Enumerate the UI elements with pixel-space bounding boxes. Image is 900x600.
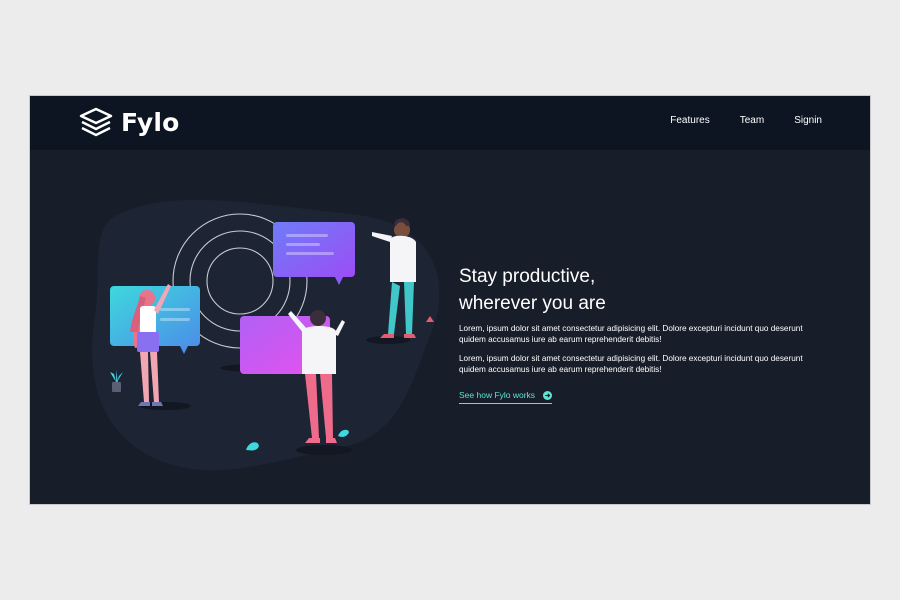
chat-bubble-purple — [273, 222, 355, 285]
nav-link-signin[interactable]: Signin — [794, 115, 822, 126]
brand-name: Fylo — [121, 107, 180, 137]
brand-logo[interactable]: Fylo — [79, 105, 180, 139]
hero-paragraph-2: Lorem, ipsum dolor sit amet consectetur … — [459, 354, 803, 374]
hero-heading-line2: wherever you are — [459, 293, 606, 314]
see-how-fylo-works-link[interactable]: See how Fylo works — [459, 390, 553, 404]
hero-heading: Stay productive, wherever you are — [459, 263, 819, 317]
stacked-layers-icon — [79, 107, 113, 137]
cta-label: See how Fylo works — [459, 390, 536, 400]
hero-content: Stay productive, wherever you are Lorem,… — [459, 263, 819, 404]
main-nav: Features Team Signin — [670, 115, 822, 126]
people-chat-illustration — [92, 200, 440, 471]
hero-illustration — [90, 186, 490, 486]
top-navbar: Fylo Features Team Signin — [30, 96, 870, 150]
shadow — [296, 445, 352, 455]
arrow-right-circle-icon — [543, 390, 553, 400]
app-window: Fylo Features Team Signin Stay productiv… — [30, 96, 870, 504]
nav-link-features[interactable]: Features — [670, 115, 709, 126]
nav-link-team[interactable]: Team — [740, 115, 764, 126]
hero-heading-line1: Stay productive, — [459, 266, 596, 287]
hero-paragraph-1: Lorem, ipsum dolor sit amet consectetur … — [459, 324, 803, 344]
